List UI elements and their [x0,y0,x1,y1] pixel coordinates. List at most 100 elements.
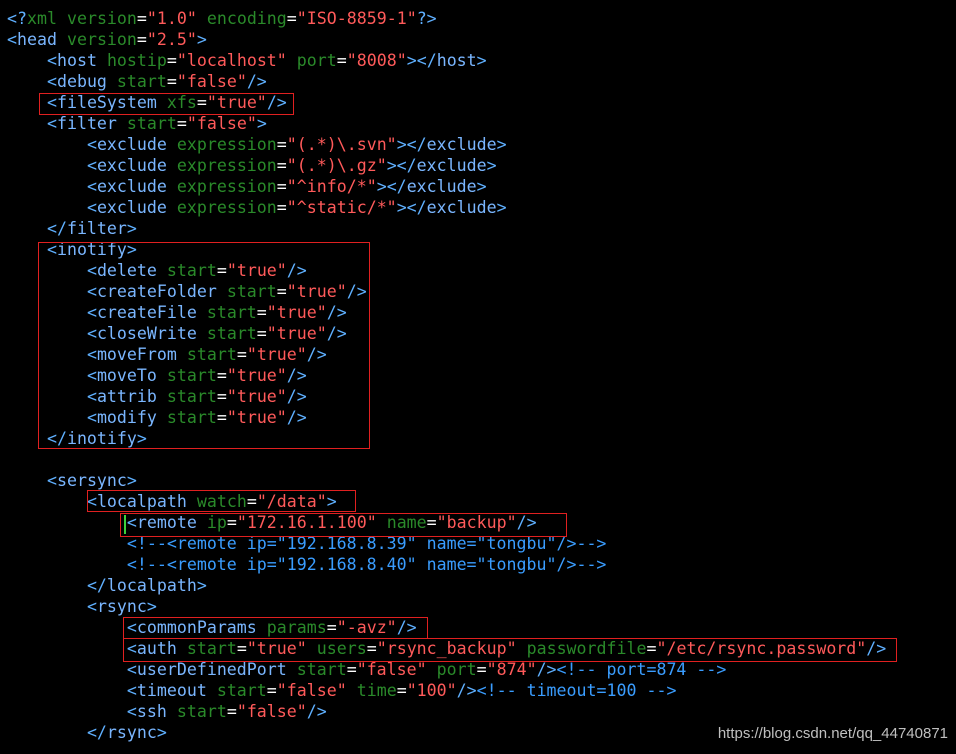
code-token-attr: start [166,261,217,280]
code-token-eq: = [646,639,657,658]
code-token-bracket: > [256,114,267,133]
code-token-attr: time [356,681,397,700]
code-line: <attrib start="true"/> [7,386,307,407]
code-token-tag: exclude [96,156,167,175]
code-line: <!--<remote ip="192.168.8.40" name="tong… [7,554,607,575]
code-token-tag: localpath [96,492,187,511]
code-token-tag: inotify [56,240,127,259]
code-token-str: "-avz" [336,618,397,637]
code-token-attr: name [386,513,427,532]
code-token-bracket: > [496,198,507,217]
code-token-bracket: > [126,219,137,238]
code-token-attr: start [186,345,237,364]
code-line: <commonParams params="-avz"/> [7,617,417,638]
code-token-eq: = [226,702,237,721]
code-line: <moveTo start="true"/> [7,365,307,386]
code-token-eq: = [276,198,287,217]
code-token-bracket: </ [86,723,107,742]
code-token-tag: exclude [426,135,497,154]
code-line: <exclude expression="(.*)\.svn"></exclud… [7,134,507,155]
text-cursor [124,515,126,534]
code-line: </inotify> [7,428,147,449]
code-token-comment: <!--<remote ip="192.168.8.40" name="tong… [126,555,607,574]
code-token-str: "false" [356,660,427,679]
code-token-bracket: < [86,282,97,301]
code-token-attr: start [226,282,277,301]
code-line: <closeWrite start="true"/> [7,323,347,344]
code-token-bracket: ></ [406,51,437,70]
code-token-bracket: < [7,30,17,49]
code-line: <filter start="false"> [7,113,267,134]
code-token-eq: = [426,513,437,532]
code-token-attr: start [176,702,227,721]
code-line: <modify start="true"/> [7,407,307,428]
code-token-str: "false" [276,681,347,700]
code-token-attr: params [266,618,327,637]
code-token-bracket: /> [326,324,347,343]
code-token-bracket: /> [396,618,417,637]
terminal-window[interactable]: <?xml version="1.0" encoding="ISO-8859-1… [0,0,956,754]
code-line: <!--<remote ip="192.168.8.39" name="tong… [7,533,607,554]
code-line: <delete start="true"/> [7,260,307,281]
code-token-bracket: < [126,702,137,721]
code-token-bracket: < [86,156,97,175]
code-token-tag: host [56,51,97,70]
code-token-comment: <!--<remote ip="192.168.8.39" name="tong… [126,534,607,553]
code-token-tag: exclude [406,177,477,196]
code-token-attr: watch [196,492,247,511]
code-token-bracket: < [46,72,57,91]
code-token-attr: port [296,51,337,70]
code-token-tag: exclude [96,135,167,154]
code-token-eq: = [286,9,297,28]
code-token-attr: xfs [166,93,197,112]
code-token-eq: = [256,303,267,322]
code-token-str: "true" [266,324,327,343]
code-token-bracket: < [86,597,97,616]
code-token-str: "8008" [346,51,407,70]
code-token-bracket: > [196,576,207,595]
code-token-str: "^info/*" [286,177,377,196]
code-token-eq: = [396,681,407,700]
code-line: <moveFrom start="true"/> [7,344,327,365]
code-token-attr: version [66,9,137,28]
code-token-attr: version [66,30,137,49]
code-token-tag: localpath [106,576,197,595]
code-token-bracket: < [86,408,97,427]
code-token-bracket: /> [286,366,307,385]
code-line: <debug start="false"/> [7,71,267,92]
code-token-eq: = [346,660,357,679]
code-line: </rsync> [7,722,167,743]
code-token-bracket: > [326,492,337,511]
code-token-tag: sersync [56,471,127,490]
code-token-tag: closeWrite [96,324,197,343]
code-line: <exclude expression="^static/*"></exclud… [7,197,507,218]
code-token-bracket: < [46,240,57,259]
code-token-tag: inotify [66,429,137,448]
code-token-eq: = [136,9,147,28]
code-token-str: "/data" [256,492,327,511]
code-token-eq: = [216,366,227,385]
code-token-bracket: ></ [396,135,427,154]
code-token-tag: debug [56,72,107,91]
code-token-bracket: /> [306,702,327,721]
code-token-bracket: /> [536,660,557,679]
